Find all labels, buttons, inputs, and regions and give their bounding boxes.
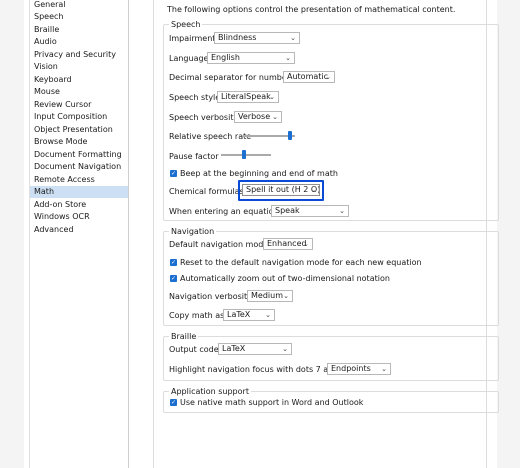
application-support-group-title: Application support (169, 386, 251, 397)
checkmark-icon: ✓ (170, 399, 177, 406)
chevron-down-icon: ⌄ (265, 311, 271, 319)
math-settings-panel: The following options control the presen… (157, 0, 507, 468)
pause-factor-slider-thumb[interactable] (241, 150, 246, 159)
checkmark-icon: ✓ (170, 275, 177, 282)
auto-zoom-label: Automatically zoom out of two-dimensiona… (180, 274, 390, 283)
decimal-separator-combo[interactable]: Automatic ⌄ (283, 71, 335, 83)
speech-rate-slider-thumb[interactable] (287, 131, 292, 140)
sidebar-item-document-formatting[interactable]: Document Formatting (30, 149, 128, 161)
sidebar-item-speech[interactable]: Speech (30, 11, 128, 23)
sidebar-item-mouse[interactable]: Mouse (30, 86, 128, 98)
intro-text: The following options control the presen… (167, 5, 456, 14)
pane-divider (153, 0, 154, 468)
sidebar-item-document-navigation[interactable]: Document Navigation (30, 161, 128, 173)
sidebar-item-braille[interactable]: Braille (30, 24, 128, 36)
entering-equation-combo[interactable]: Speak ⌄ (271, 205, 349, 217)
chevron-down-icon: ⌄ (310, 186, 316, 194)
sidebar-item-review-cursor[interactable]: Review Cursor (30, 99, 128, 111)
impairment-label: Impairment: (169, 34, 219, 43)
chemical-formulas-combo[interactable]: Spell it out (H 2 O) ⌄ (242, 184, 320, 196)
reset-navigation-checkbox[interactable]: ✓ (170, 259, 177, 266)
checkmark-icon: ✓ (170, 259, 177, 266)
decimal-separator-value: Automatic (287, 72, 329, 81)
sidebar-item-general[interactable]: General (30, 0, 128, 11)
chevron-down-icon: ⌄ (269, 93, 275, 101)
chevron-down-icon: ⌄ (282, 345, 288, 353)
speech-style-value: LiteralSpeak (221, 92, 271, 101)
speech-style-label: Speech style: (169, 93, 223, 102)
native-math-checkbox[interactable]: ✓ (170, 399, 177, 406)
sidebar-item-windows-ocr[interactable]: Windows OCR (30, 211, 128, 223)
chevron-down-icon: ⌄ (381, 365, 387, 373)
speech-verbosity-combo[interactable]: Verbose ⌄ (234, 111, 282, 123)
chevron-down-icon: ⌄ (303, 240, 309, 248)
language-combo[interactable]: English ⌄ (207, 52, 295, 64)
beep-label: Beep at the beginning and end of math (180, 169, 338, 178)
sidebar-item-vision[interactable]: Vision (30, 61, 128, 73)
navigation-verbosity-combo[interactable]: Medium ⌄ (247, 290, 293, 302)
checkmark-icon: ✓ (170, 170, 177, 177)
braille-group-title: Braille (169, 331, 199, 342)
chevron-down-icon: ⌄ (290, 34, 296, 42)
language-value: English (211, 53, 240, 62)
settings-window: General Speech Braille Audio Privacy and… (24, 0, 499, 468)
highlight-focus-combo[interactable]: Endpoints ⌄ (327, 363, 391, 375)
beep-checkbox[interactable]: ✓ (170, 170, 177, 177)
category-list[interactable]: General Speech Braille Audio Privacy and… (29, 0, 129, 468)
sidebar-item-math[interactable]: Math (30, 186, 128, 198)
output-code-value: LaTeX (222, 344, 246, 353)
chemical-formulas-label: Chemical formulas: (169, 187, 247, 196)
language-label: Language: (169, 54, 212, 63)
speech-group-title: Speech (169, 19, 203, 30)
sidebar-item-privacy[interactable]: Privacy and Security (30, 49, 128, 61)
sidebar-item-browse-mode[interactable]: Browse Mode (30, 136, 128, 148)
sidebar-item-addon-store[interactable]: Add-on Store (30, 199, 128, 211)
speech-style-combo[interactable]: LiteralSpeak ⌄ (217, 91, 279, 103)
sidebar-item-audio[interactable]: Audio (30, 36, 128, 48)
chevron-down-icon: ⌄ (339, 207, 345, 215)
speech-rate-label: Relative speech rate (169, 132, 252, 141)
navigation-mode-value: Enhanced (267, 239, 307, 248)
navigation-group-title: Navigation (169, 226, 217, 237)
chevron-down-icon: ⌄ (272, 113, 278, 121)
pause-factor-label: Pause factor (169, 152, 219, 161)
sidebar-item-input-composition[interactable]: Input Composition (30, 111, 128, 123)
sidebar-item-advanced[interactable]: Advanced (30, 224, 128, 236)
navigation-verbosity-label: Navigation verbosity: (169, 292, 254, 301)
entering-equation-value: Speak (275, 206, 300, 215)
chemical-formulas-value: Spell it out (H 2 O) (246, 185, 320, 194)
highlight-focus-value: Endpoints (331, 364, 371, 373)
chevron-down-icon: ⌄ (283, 292, 289, 300)
output-code-combo[interactable]: LaTeX ⌄ (218, 343, 292, 355)
pause-factor-slider-track[interactable] (221, 154, 271, 156)
sidebar-item-object-presentation[interactable]: Object Presentation (30, 124, 128, 136)
sidebar-item-keyboard[interactable]: Keyboard (30, 74, 128, 86)
sidebar-item-remote-access[interactable]: Remote Access (30, 174, 128, 186)
auto-zoom-checkbox[interactable]: ✓ (170, 275, 177, 282)
chevron-down-icon: ⌄ (285, 54, 291, 62)
navigation-mode-combo[interactable]: Enhanced ⌄ (263, 238, 313, 250)
speech-verbosity-label: Speech verbosity: (169, 113, 241, 122)
impairment-value: Blindness (218, 33, 257, 42)
native-math-label: Use native math support in Word and Outl… (180, 398, 364, 407)
background-left (0, 0, 24, 468)
entering-equation-label: When entering an equation: (169, 207, 282, 216)
chevron-down-icon: ⌄ (325, 73, 331, 81)
navigation-mode-label: Default navigation mode: (169, 240, 271, 249)
impairment-combo[interactable]: Blindness ⌄ (214, 32, 300, 44)
copy-math-value: LaTeX (227, 310, 251, 319)
decimal-separator-label: Decimal separator for numbers: (169, 73, 297, 82)
output-code-label: Output code: (169, 345, 222, 354)
reset-navigation-label: Reset to the default navigation mode for… (180, 258, 422, 267)
navigation-verbosity-value: Medium (251, 291, 283, 300)
copy-math-label: Copy math as: (169, 311, 228, 320)
speech-verbosity-value: Verbose (238, 112, 271, 121)
copy-math-combo[interactable]: LaTeX ⌄ (223, 309, 275, 321)
highlight-focus-label: Highlight navigation focus with dots 7 a… (169, 365, 346, 374)
